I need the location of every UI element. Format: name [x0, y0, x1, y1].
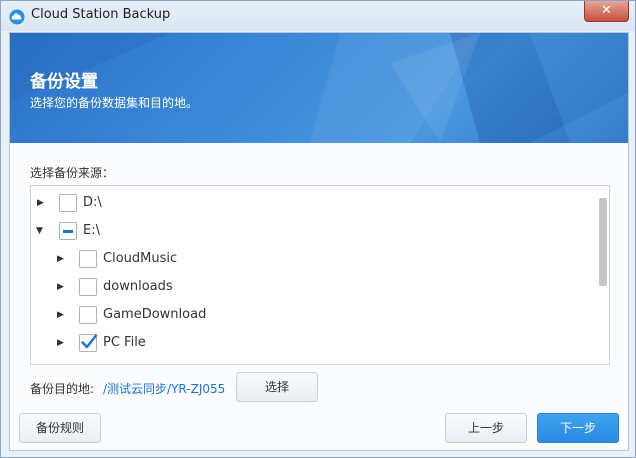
tree-item-label: D:\	[83, 195, 102, 210]
tree-item-cloudmusic[interactable]: ▶ CloudMusic	[31, 247, 591, 273]
banner-background-graphic	[10, 33, 628, 143]
expand-right-icon[interactable]: ▶	[57, 310, 67, 320]
tree-item-downloads[interactable]: ▶ downloads	[31, 275, 591, 301]
tree-scrollbar[interactable]	[599, 198, 607, 286]
tree-item-label: GameDownload	[103, 307, 207, 322]
cloud-station-icon	[9, 9, 25, 25]
expand-right-icon[interactable]: ▶	[57, 338, 67, 348]
wizard-panel: 备份设置 选择您的备份数据集和目的地。 选择备份来源： ▶ D:\ ▼ E:\ …	[9, 32, 629, 451]
tree-item-label: E:\	[83, 223, 100, 238]
close-button[interactable]: ✕	[584, 1, 629, 22]
tree-checkbox-checked[interactable]	[79, 334, 98, 352]
tree-item-label: PC File	[103, 335, 146, 350]
backup-rules-button[interactable]: 备份规则	[19, 413, 101, 443]
banner-title: 备份设置	[30, 72, 98, 92]
header-banner: 备份设置 选择您的备份数据集和目的地。	[10, 33, 628, 143]
tree-checkbox[interactable]	[59, 194, 77, 212]
destination-path-link[interactable]: /测试云同步/YR-ZJ055	[103, 380, 225, 397]
previous-step-button[interactable]: 上一步	[445, 413, 527, 443]
close-icon: ✕	[601, 3, 612, 18]
tree-item-e[interactable]: ▼ E:\	[31, 219, 591, 245]
tree-checkbox-partial[interactable]	[59, 222, 77, 240]
tree-item-label: downloads	[103, 279, 173, 294]
checkmark-icon	[81, 334, 98, 349]
tree-checkbox[interactable]	[79, 306, 97, 324]
next-step-button[interactable]: 下一步	[537, 413, 619, 443]
collapse-down-icon[interactable]: ▼	[36, 226, 46, 236]
app-window: Cloud Station Backup ✕ 备份设置 选择您的备份数据集和目的…	[0, 0, 636, 458]
tree-item-pc-file[interactable]: ▶ PC File	[31, 331, 591, 357]
banner-subtitle: 选择您的备份数据集和目的地。	[30, 96, 199, 110]
tree-checkbox[interactable]	[79, 250, 97, 268]
expand-right-icon[interactable]: ▶	[57, 254, 67, 264]
tree-checkbox[interactable]	[79, 278, 97, 296]
source-label: 选择备份来源：	[30, 166, 115, 180]
expand-right-icon[interactable]: ▶	[37, 198, 47, 208]
choose-destination-button[interactable]: 选择	[236, 372, 318, 402]
tree-item-gamedownload[interactable]: ▶ GameDownload	[31, 303, 591, 329]
window-title: Cloud Station Backup	[31, 7, 171, 22]
tree-item-label: CloudMusic	[103, 251, 178, 266]
tree-item-d[interactable]: ▶ D:\	[31, 191, 591, 217]
destination-label: 备份目的地:	[30, 382, 95, 396]
source-tree[interactable]: ▶ D:\ ▼ E:\ ▶ CloudMusic ▶ downloads ▶ G…	[30, 185, 610, 365]
title-bar[interactable]: Cloud Station Backup ✕	[1, 1, 635, 31]
partial-check-icon	[63, 230, 73, 233]
expand-right-icon[interactable]: ▶	[57, 282, 67, 292]
